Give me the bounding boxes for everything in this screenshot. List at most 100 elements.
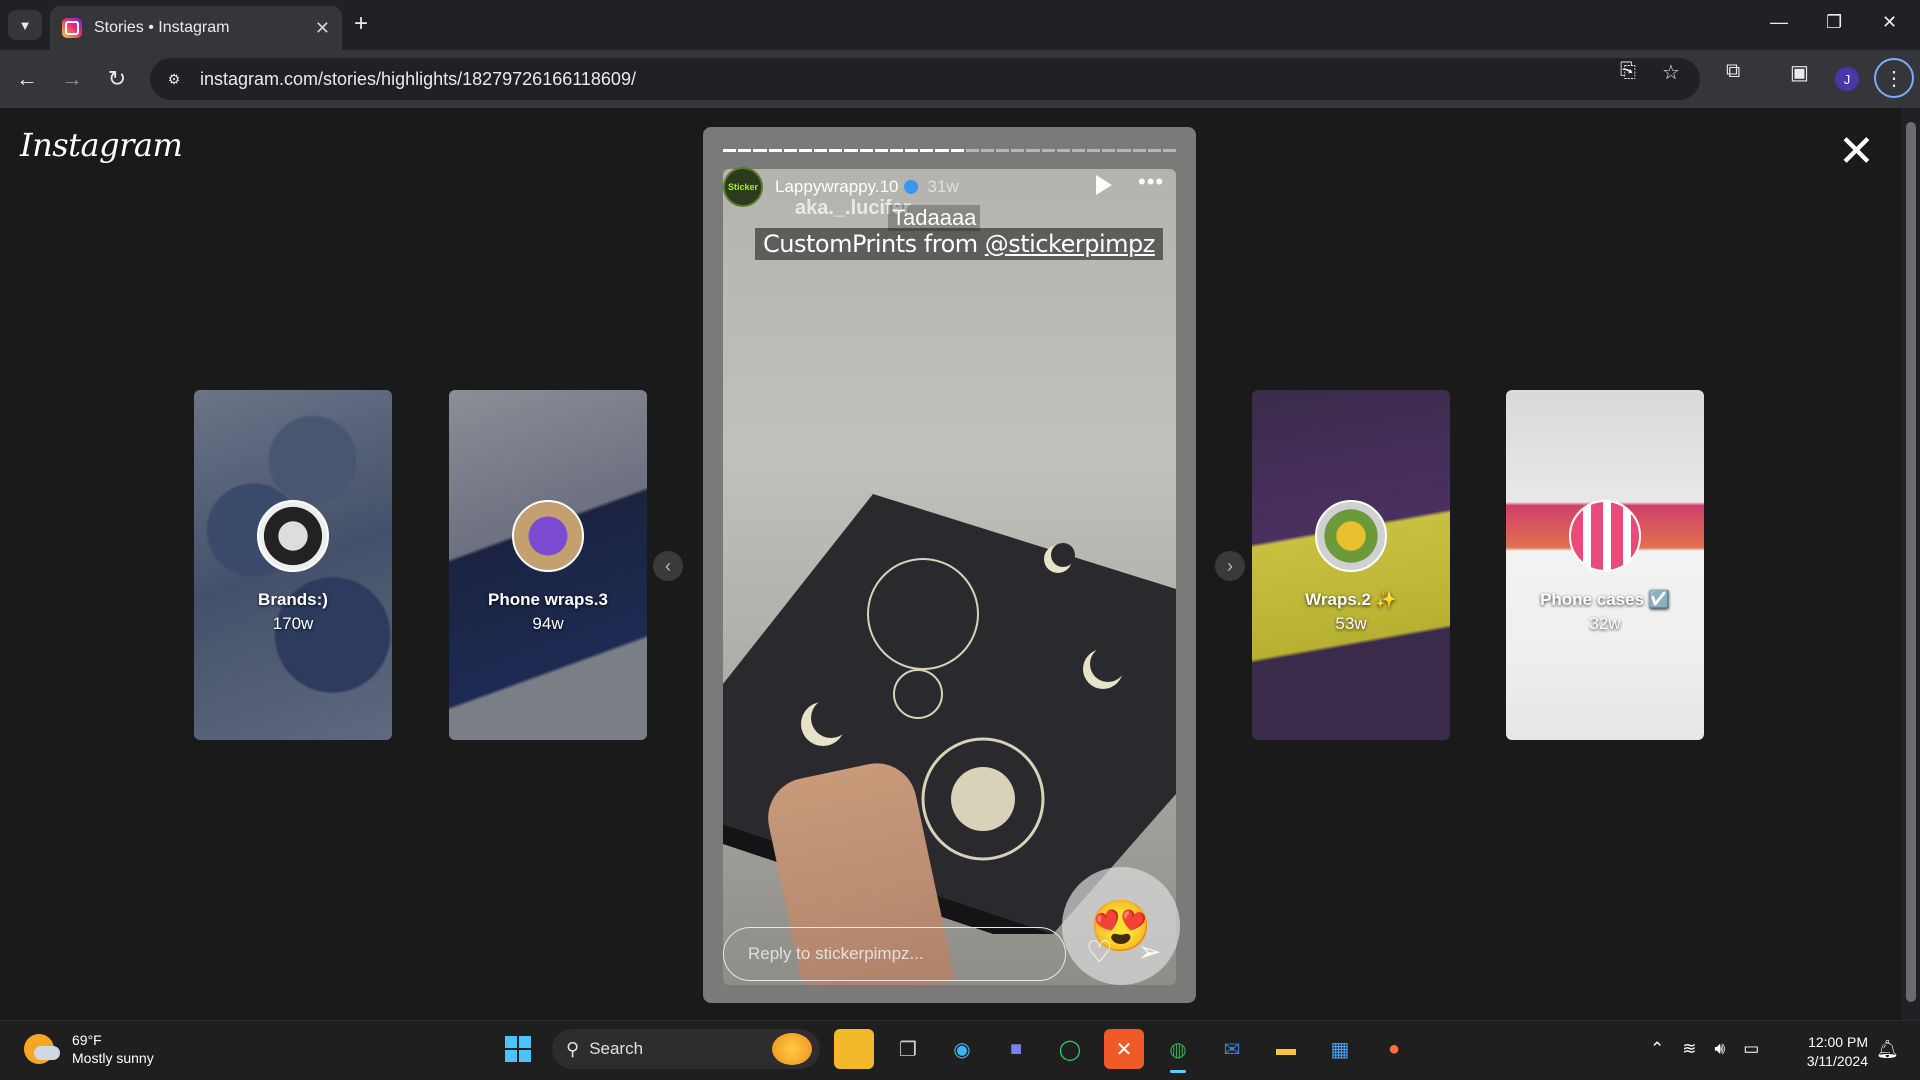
address-bar[interactable]: ⚙ instagram.com/stories/highlights/18279… [150,58,1700,100]
url-text[interactable]: instagram.com/stories/highlights/1827972… [200,69,1700,90]
taskbar-apps: ⚲ Search ❐ ◉ ■ ◯ ✕ ◍ ✉ ▬ ▦ ● [498,1029,1414,1073]
tab-search-button[interactable]: ▼ [8,10,42,40]
forward-button[interactable]: → [57,64,87,94]
search-highlight-icon [772,1033,812,1065]
microsoft-store-icon[interactable]: ▦ [1320,1029,1360,1069]
highlight-time: 32w [1589,614,1621,633]
progress-segment [980,149,995,152]
clock-date: 3/11/2024 [1806,1053,1868,1069]
page-scrollbar[interactable] [1902,108,1920,1020]
highlight-cover-avatar [1569,500,1641,572]
start-button[interactable] [498,1029,538,1069]
arrow-left-icon: ← [16,66,38,91]
tab-close-icon[interactable]: ✕ [315,18,330,39]
progress-segment [1147,149,1161,152]
profile-avatar[interactable]: J [1835,67,1859,91]
wifi-icon[interactable]: ≋ [1682,1039,1696,1059]
side-story-card[interactable]: Wraps.2 ✨ 53w [1252,390,1450,740]
highlight-title: Phone cases ☑️ [1540,590,1670,609]
copilot-icon[interactable] [834,1029,874,1069]
side-panel-icon[interactable]: ▣ [1790,60,1809,85]
clock-time: 12:00 PM [1808,1034,1868,1050]
side-story-card[interactable]: Phone wraps.3 94w [449,390,647,740]
progress-segment [859,149,873,152]
minimize-icon[interactable]: — [1770,12,1788,33]
teams-icon[interactable]: ■ [996,1029,1036,1069]
install-app-icon[interactable]: ⎘ [1620,60,1636,83]
reload-icon: ↻ [107,66,127,91]
taskbar-clock[interactable]: 12:00 PM 3/11/2024 [1796,1033,1868,1071]
chevron-up-icon[interactable]: ⌃ [1650,1039,1664,1059]
highlight-time: 170w [272,614,314,633]
story-viewer[interactable]: Sticker Lappywrappy.10 31w ••• aka._.luc… [703,127,1196,1003]
progress-segment [783,149,797,152]
story-user-avatar[interactable]: Sticker [723,167,763,207]
extensions-icon[interactable]: ⧉ [1726,60,1740,83]
progress-segment [1071,149,1086,152]
scrollbar-thumb[interactable] [1906,122,1916,1002]
next-story-button[interactable]: › [1215,551,1245,581]
windows-logo-icon [505,1036,531,1062]
progress-segment [1026,149,1040,152]
side-story-card[interactable]: Phone cases ☑️ 32w [1506,390,1704,740]
reply-input[interactable]: Reply to stickerpimpz... [723,927,1066,981]
weather-text: 69°F Mostly sunny [72,1031,154,1067]
progress-segment [738,149,752,152]
bookmark-star-icon[interactable]: ☆ [1662,60,1680,85]
notification-bell-icon[interactable]: 🔔︎ [1876,1039,1899,1060]
progress-segment [814,149,828,152]
highlight-title: Brands:) [258,590,328,609]
partly-sunny-icon [24,1034,60,1064]
progress-segment [1132,149,1146,152]
close-stories-icon[interactable]: ✕ [1838,130,1875,174]
search-label: Search [589,1039,644,1058]
progress-segment [965,149,979,152]
progress-segment [798,149,813,152]
progress-segment [768,149,782,152]
taskbar-search[interactable]: ⚲ Search [552,1029,820,1069]
progress-segment [1117,149,1131,152]
more-options-icon[interactable]: ••• [1138,169,1164,195]
whatsapp-icon[interactable]: ◯ [1050,1029,1090,1069]
reload-button[interactable]: ↻ [102,64,132,94]
site-info-icon[interactable]: ⚙ [164,69,184,89]
emoji-reaction[interactable]: 😍 [1062,867,1180,985]
instagram-favicon-icon [62,18,82,38]
progress-segment [1011,149,1025,152]
chrome-icon[interactable]: ◍ [1158,1029,1198,1073]
firefox-icon[interactable]: ● [1374,1029,1414,1069]
highlight-time: 53w [1335,614,1367,633]
window-close-icon[interactable]: ✕ [1882,12,1897,33]
story-timestamp: 31w [927,177,959,196]
previous-story-button[interactable]: ‹ [653,551,683,581]
weather-widget[interactable]: 69°F Mostly sunny [24,1031,154,1067]
progress-segment [935,149,949,152]
chevron-left-icon: ‹ [665,555,671,576]
browser-menu-icon[interactable]: ⋮ [1874,58,1914,98]
progress-segment [829,149,843,152]
browser-tab-active[interactable]: Stories • Instagram ✕ [50,6,342,50]
progress-segment [950,149,964,152]
edge-icon[interactable]: ◉ [942,1029,982,1069]
battery-icon[interactable]: ▭ [1743,1039,1759,1059]
heart-icon[interactable]: ♡ [1086,935,1113,970]
tab-title: Stories • Instagram [94,19,230,36]
task-view-icon[interactable]: ❐ [888,1029,928,1069]
volume-icon[interactable]: 🔊︎ [1715,1039,1726,1059]
story-username[interactable]: Lappywrappy.10 [775,177,899,197]
instagram-logo[interactable]: Instagram [20,126,183,164]
progress-segment [874,149,888,152]
mail-icon[interactable]: ✉ [1212,1029,1252,1069]
play-icon[interactable] [1096,175,1112,195]
new-tab-button[interactable]: + [354,12,368,36]
mention-link[interactable]: @stickerpimpz [985,230,1156,258]
chevron-down-icon: ▼ [18,17,32,33]
side-story-card[interactable]: Brands:) 170w [194,390,392,740]
send-icon[interactable]: ➢ [1138,935,1161,968]
back-button[interactable]: ← [12,64,42,94]
chevron-right-icon: › [1227,555,1233,576]
office-app-icon[interactable]: ✕ [1104,1029,1144,1069]
restore-icon[interactable]: ❐ [1826,12,1842,33]
file-explorer-icon[interactable]: ▬ [1266,1029,1306,1069]
search-icon: ⚲ [566,1038,580,1059]
